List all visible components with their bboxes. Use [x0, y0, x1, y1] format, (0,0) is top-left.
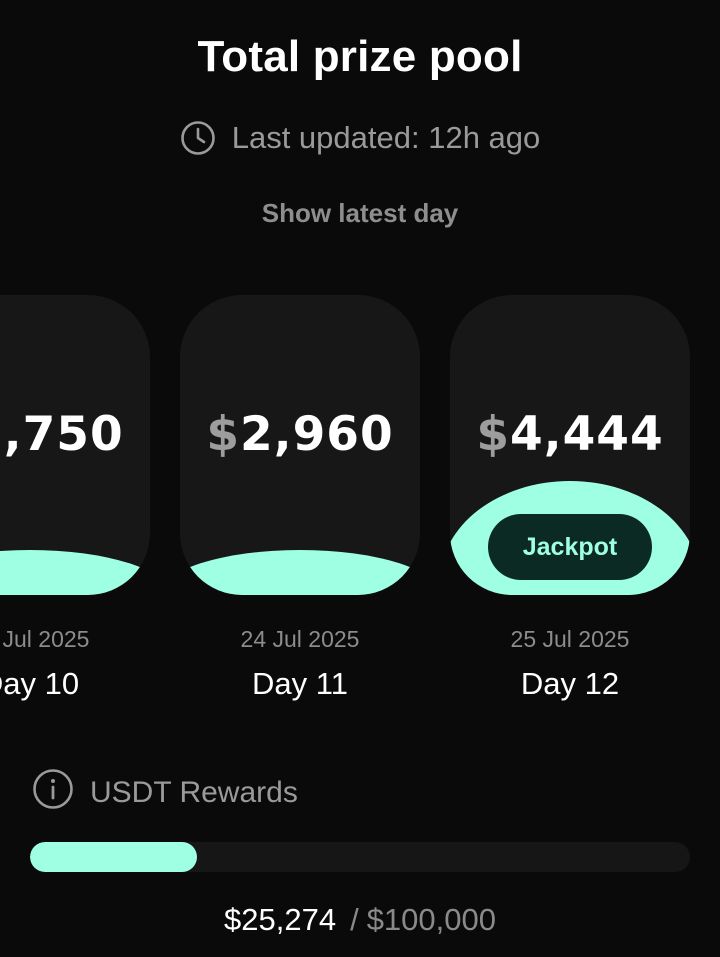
show-latest-day-button[interactable]: Show latest day — [0, 198, 720, 229]
rewards-progress-fill — [30, 842, 197, 872]
rewards-target: $100,000 — [366, 902, 496, 937]
usdt-rewards-text: USDT Rewards — [90, 776, 298, 809]
page-title: Total prize pool — [197, 32, 523, 81]
rewards-separator: / — [350, 902, 359, 937]
day-card-amount: $2,960 — [206, 407, 394, 462]
day-card-date: 24 Jul 2025 — [240, 626, 360, 652]
rewards-progress-bar — [30, 842, 690, 872]
day-card-date: 25 Jul 2025 — [510, 626, 630, 652]
prize-pool-page: Total prize pool Last updated: 12h ago S… — [0, 0, 720, 957]
last-updated-text: Last updated: 12h ago — [231, 120, 541, 155]
prize-level-wave — [0, 550, 150, 595]
info-icon[interactable] — [32, 768, 74, 818]
day-card-label: Day 10 — [0, 666, 80, 701]
jackpot-badge: Jackpot — [488, 514, 652, 580]
day-card-label: Day 12 — [520, 666, 620, 701]
clock-icon — [180, 120, 216, 156]
day-card-amount: $2,750 — [0, 407, 124, 462]
last-updated: Last updated: 12h ago — [0, 120, 720, 156]
rewards-totals: $25,274 /$100,000 — [0, 902, 720, 938]
day-card-date: 23 Jul 2025 — [0, 626, 90, 652]
usdt-rewards-label: USDT Rewards — [32, 768, 298, 818]
rewards-current: $25,274 — [224, 902, 337, 937]
day-card-12[interactable]: $4,444 Jackpot — [450, 295, 690, 595]
day-card-10[interactable]: $2,750 — [0, 295, 150, 595]
day-card-amount: $4,444 — [476, 407, 664, 462]
day-card-label: Day 11 — [252, 666, 348, 701]
prize-level-wave — [180, 550, 420, 595]
day-card-11[interactable]: $2,960 — [180, 295, 420, 595]
